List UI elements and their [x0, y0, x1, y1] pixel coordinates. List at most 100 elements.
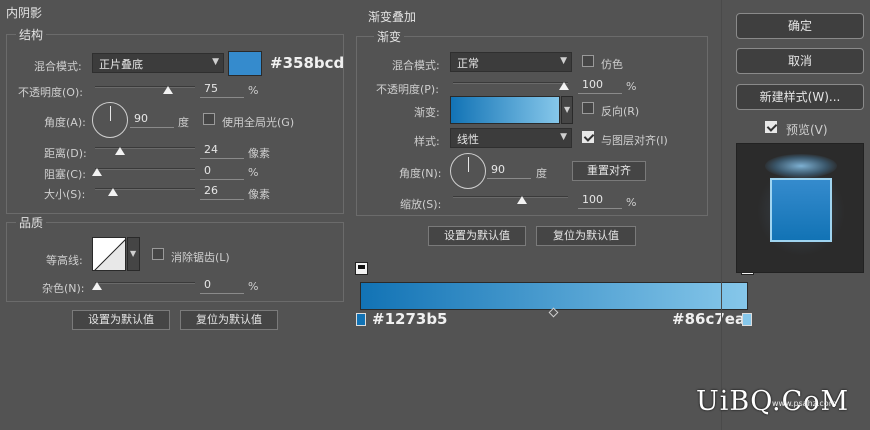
- choke-unit: %: [248, 166, 259, 179]
- cancel-button[interactable]: 取消: [736, 48, 864, 74]
- chevron-down-icon: ▼: [130, 249, 137, 258]
- anti-alias-checkbox[interactable]: [152, 248, 164, 260]
- grad-angle-dial-hand: [468, 157, 469, 172]
- gradient-swatch[interactable]: [450, 96, 560, 124]
- scale-unit: %: [626, 196, 637, 209]
- grad-opacity-label: 不透明度(P):: [376, 83, 439, 96]
- style-preview-thumbnail: [736, 143, 864, 273]
- choke-label: 阻塞(C):: [44, 168, 86, 181]
- chevron-down-icon: ▼: [560, 56, 567, 66]
- gradient-dropdown[interactable]: ▼: [561, 96, 573, 124]
- angle-dial-hand: [110, 106, 111, 121]
- distance-slider[interactable]: [95, 147, 195, 149]
- opacity-unit: %: [248, 84, 259, 97]
- grad-angle-dial[interactable]: [450, 153, 486, 189]
- grad-opacity-input[interactable]: 100: [578, 78, 622, 94]
- color-stop-left[interactable]: [356, 313, 366, 326]
- opacity-slider-knob[interactable]: [163, 86, 173, 94]
- gradient-make-default-button[interactable]: 设置为默认值: [428, 226, 526, 246]
- distance-label: 距离(D):: [44, 147, 87, 160]
- contour-curve-icon: [93, 238, 125, 270]
- grad-angle-input[interactable]: 90: [487, 163, 531, 179]
- choke-slider[interactable]: [95, 168, 195, 170]
- scale-label: 缩放(S):: [400, 198, 442, 211]
- gradient-bar[interactable]: [360, 282, 748, 310]
- chevron-down-icon: ▼: [564, 105, 571, 114]
- grad-blend-mode-label: 混合模式:: [392, 59, 440, 72]
- grad-opacity-slider-knob[interactable]: [559, 82, 569, 90]
- reset-align-button[interactable]: 重置对齐: [572, 161, 646, 181]
- ok-button[interactable]: 确定: [736, 13, 864, 39]
- style-label: 样式:: [414, 135, 440, 148]
- blend-mode-value: 正片叠底: [99, 58, 143, 71]
- quality-title: 品质: [16, 214, 47, 231]
- start-color-label: #1273b5: [372, 310, 448, 328]
- size-slider-knob[interactable]: [108, 188, 118, 196]
- opacity-label: 不透明度(O):: [18, 86, 83, 99]
- scale-input[interactable]: 100: [578, 193, 622, 209]
- blend-mode-label: 混合模式:: [34, 60, 82, 73]
- opacity-input[interactable]: 75: [200, 82, 244, 98]
- preview-label: 预览(V): [786, 123, 828, 137]
- distance-unit: 像素: [248, 147, 270, 160]
- new-style-button[interactable]: 新建样式(W)...: [736, 84, 864, 110]
- panel-divider: [721, 0, 722, 430]
- chevron-down-icon: ▼: [212, 57, 219, 67]
- choke-input[interactable]: 0: [200, 164, 244, 180]
- inner-shadow-reset-default-button[interactable]: 复位为默认值: [180, 310, 278, 330]
- size-label: 大小(S):: [44, 188, 86, 201]
- angle-unit: 度: [178, 116, 189, 129]
- shadow-color-swatch[interactable]: [228, 51, 262, 76]
- contour-label: 等高线:: [46, 254, 83, 267]
- dither-label: 仿色: [601, 58, 623, 71]
- watermark-url: www.psahz.com: [772, 399, 837, 408]
- contour-picker[interactable]: [92, 237, 126, 271]
- distance-input[interactable]: 24: [200, 143, 244, 159]
- angle-input[interactable]: 90: [130, 112, 174, 128]
- grad-opacity-unit: %: [626, 80, 637, 93]
- contour-dropdown[interactable]: ▼: [127, 237, 140, 271]
- anti-alias-label: 消除锯齿(L): [171, 251, 230, 264]
- choke-slider-knob[interactable]: [92, 168, 102, 176]
- noise-slider-knob[interactable]: [92, 282, 102, 290]
- inner-shadow-title: 内阴影: [6, 6, 43, 20]
- style-select[interactable]: 线性 ▼: [450, 128, 572, 148]
- grad-blend-mode-select[interactable]: 正常 ▼: [450, 52, 572, 72]
- noise-label: 杂色(N):: [42, 282, 85, 295]
- reverse-checkbox[interactable]: [582, 102, 594, 114]
- scale-slider[interactable]: [453, 196, 568, 198]
- inner-shadow-make-default-button[interactable]: 设置为默认值: [72, 310, 170, 330]
- align-layer-checkbox[interactable]: [582, 131, 594, 143]
- blend-mode-select[interactable]: 正片叠底 ▼: [92, 53, 224, 73]
- color-stop-right[interactable]: [742, 313, 752, 326]
- noise-input[interactable]: 0: [200, 278, 244, 294]
- grad-blend-mode-value: 正常: [457, 57, 479, 70]
- gradient-group-title: 渐变: [374, 28, 405, 45]
- size-input[interactable]: 26: [200, 184, 244, 200]
- end-color-label: #86c7ea: [672, 310, 746, 328]
- opacity-slider[interactable]: [95, 86, 195, 88]
- reverse-label: 反向(R): [601, 105, 640, 118]
- noise-slider[interactable]: [95, 282, 195, 284]
- structure-title: 结构: [16, 26, 47, 43]
- noise-unit: %: [248, 280, 259, 293]
- gradient-overlay-title: 渐变叠加: [368, 10, 417, 24]
- align-layer-label: 与图层对齐(I): [601, 134, 668, 147]
- grad-angle-label: 角度(N):: [399, 167, 442, 180]
- preview-checkbox[interactable]: [765, 121, 777, 133]
- grad-angle-unit: 度: [536, 167, 547, 180]
- dither-checkbox[interactable]: [582, 55, 594, 67]
- size-unit: 像素: [248, 188, 270, 201]
- angle-dial[interactable]: [92, 102, 128, 138]
- chevron-down-icon: ▼: [560, 132, 567, 142]
- gradient-label: 渐变:: [414, 106, 440, 119]
- opacity-stop-left[interactable]: [355, 262, 368, 275]
- global-light-label: 使用全局光(G): [222, 116, 295, 129]
- distance-slider-knob[interactable]: [115, 147, 125, 155]
- scale-slider-knob[interactable]: [517, 196, 527, 204]
- angle-label: 角度(A):: [44, 116, 86, 129]
- global-light-checkbox[interactable]: [203, 113, 215, 125]
- style-value: 线性: [457, 133, 479, 146]
- gradient-reset-default-button[interactable]: 复位为默认值: [536, 226, 636, 246]
- grad-opacity-slider[interactable]: [453, 82, 568, 84]
